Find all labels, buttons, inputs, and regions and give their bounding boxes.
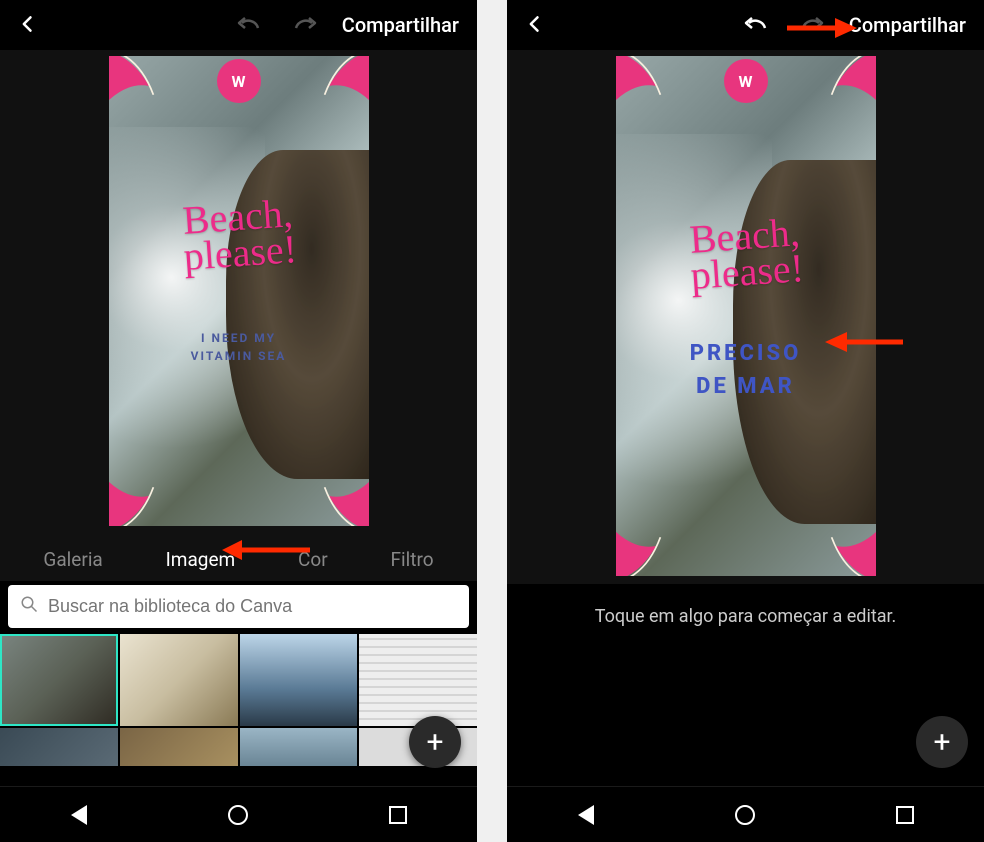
share-button[interactable]: Compartilhar <box>849 13 966 37</box>
thumbnail-image[interactable] <box>240 634 358 726</box>
leaf-decoration-icon <box>616 511 701 576</box>
topbar: Compartilhar <box>0 0 477 50</box>
headline-text[interactable]: Beach, please! <box>686 214 804 294</box>
phone-right: Compartilhar W Beach, please! PRECISO DE… <box>507 0 984 842</box>
headline-text[interactable]: Beach, please! <box>179 195 297 275</box>
image-thumbnails-row2 <box>0 728 477 766</box>
annotation-arrow-icon <box>825 330 905 354</box>
logo-badge: W <box>724 59 768 103</box>
leaf-decoration-icon <box>284 56 369 121</box>
image-thumbnails <box>0 634 477 728</box>
redo-icon[interactable] <box>292 13 318 38</box>
leaf-decoration-icon <box>791 511 876 576</box>
nav-back-icon[interactable] <box>578 805 594 825</box>
android-navbar <box>0 786 477 842</box>
thumbnail-image[interactable] <box>240 728 358 766</box>
undo-icon[interactable] <box>236 13 262 38</box>
back-icon[interactable] <box>18 11 38 39</box>
fab-add-button[interactable]: + <box>916 716 968 768</box>
edit-hint: Toque em algo para começar a editar. <box>507 584 984 649</box>
plus-icon: + <box>933 725 950 760</box>
subtitle-line2: VITAMIN SEA <box>191 349 287 363</box>
leaf-decoration-icon <box>791 56 876 121</box>
headline-line2: please! <box>689 245 805 298</box>
thumbnail-image[interactable] <box>359 634 477 726</box>
nav-recent-icon[interactable] <box>896 806 914 824</box>
share-button[interactable]: Compartilhar <box>342 13 459 37</box>
undo-icon[interactable] <box>743 13 769 38</box>
headline-line2: please! <box>182 226 298 279</box>
tab-filtro[interactable]: Filtro <box>391 548 434 571</box>
subtitle-text[interactable]: PRECISO DE MAR <box>690 337 802 403</box>
annotation-arrow-icon <box>787 16 857 40</box>
nav-recent-icon[interactable] <box>389 806 407 824</box>
leaf-decoration-icon <box>109 56 194 121</box>
leaf-decoration-icon <box>616 56 701 121</box>
thumbnail-image[interactable] <box>120 634 238 726</box>
canvas-area: W Beach, please! I NEED MY VITAMIN SEA <box>0 50 477 534</box>
logo-badge: W <box>217 59 261 103</box>
android-navbar <box>507 786 984 842</box>
subtitle-line1: I NEED MY <box>201 331 276 345</box>
leaf-decoration-icon <box>109 461 194 526</box>
search-icon <box>20 595 38 618</box>
plus-icon: + <box>426 725 443 760</box>
search-bar[interactable] <box>8 585 469 628</box>
canvas-preview[interactable]: W Beach, please! I NEED MY VITAMIN SEA <box>109 56 369 526</box>
back-icon[interactable] <box>525 11 545 39</box>
logo-text: W <box>739 72 753 91</box>
nav-home-icon[interactable] <box>228 805 248 825</box>
subtitle-text[interactable]: I NEED MY VITAMIN SEA <box>191 329 287 365</box>
thumbnail-image[interactable] <box>0 634 118 726</box>
leaf-decoration-icon <box>284 461 369 526</box>
fab-add-button[interactable]: + <box>409 716 461 768</box>
nav-home-icon[interactable] <box>735 805 755 825</box>
logo-text: W <box>232 72 246 91</box>
canvas-preview[interactable]: W Beach, please! PRECISO DE MAR <box>616 56 876 576</box>
search-input[interactable] <box>48 596 457 617</box>
topbar: Compartilhar <box>507 0 984 50</box>
annotation-arrow-icon <box>222 538 312 562</box>
subtitle-line2: DE MAR <box>696 374 795 399</box>
tab-galeria[interactable]: Galeria <box>43 548 102 571</box>
phone-left: Compartilhar W Beach, please! I NEED MY … <box>0 0 477 842</box>
thumbnail-image[interactable] <box>0 728 118 766</box>
canvas-area: W Beach, please! PRECISO DE MAR <box>507 50 984 584</box>
subtitle-line1: PRECISO <box>690 341 802 366</box>
nav-back-icon[interactable] <box>71 805 87 825</box>
undo-redo-group <box>236 13 318 38</box>
thumbnail-image[interactable] <box>120 728 238 766</box>
